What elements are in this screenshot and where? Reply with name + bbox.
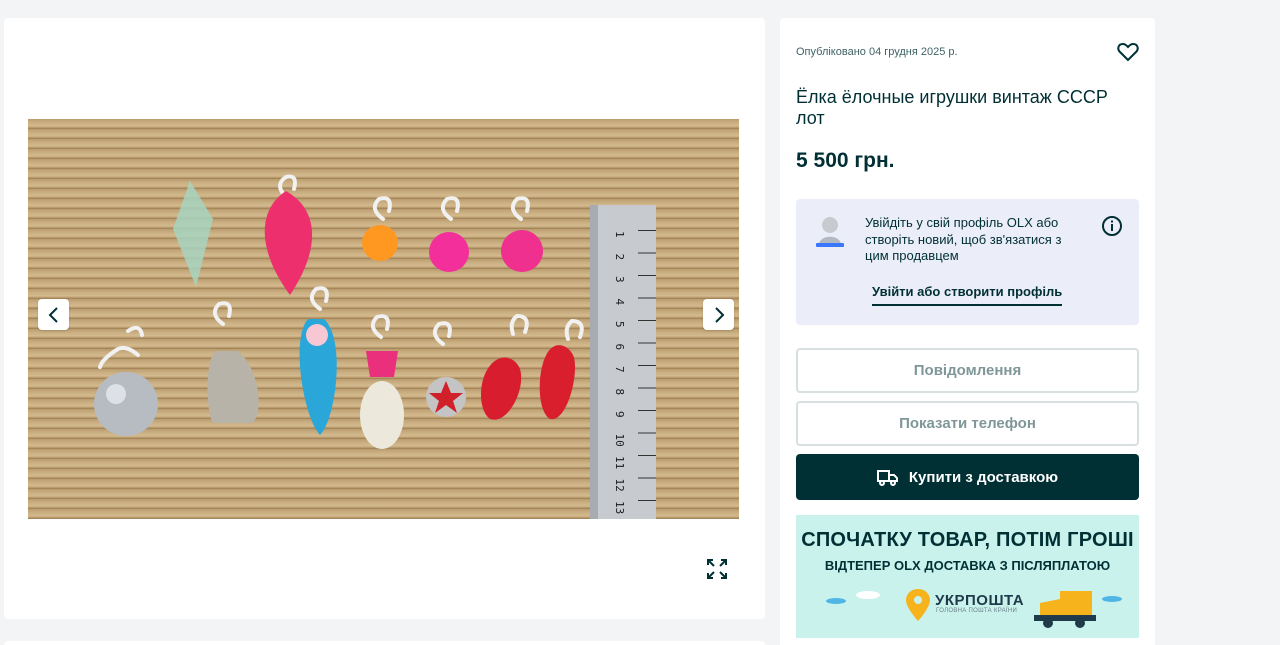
ruler-tick-label: 4: [613, 299, 626, 306]
login-link[interactable]: Увійти або створити профіль: [872, 284, 1063, 306]
ruler: [590, 205, 656, 519]
ruler-tick-label: 10: [613, 434, 626, 447]
ruler-tick-label: 5: [613, 321, 626, 328]
buy-button-label: Купити з доставкою: [908, 468, 1059, 486]
ruler-tick-mark: [638, 387, 656, 389]
show-phone-button[interactable]: Показати телефон: [796, 401, 1139, 446]
ruler-tick-label: 11: [613, 456, 626, 469]
posted-date: Опубліковано 04 грудня 2025 р.: [796, 46, 958, 58]
login-prompt: Увійдіть у свій профіль OLX або створіть…: [796, 199, 1139, 325]
ornament-red-pepper-1: [480, 357, 522, 420]
ruler-tick-mark: [638, 477, 656, 479]
ornament-magenta-1: [429, 232, 469, 272]
promo-subline: ВІДТЕПЕР OLX ДОСТАВКА З ПІСЛЯПЛАТОЮ: [824, 558, 1111, 573]
ornament-pink-cone: [264, 191, 313, 295]
ruler-tick-label: 1: [613, 231, 626, 238]
location-pin-icon: [906, 589, 930, 621]
ruler-tick-label: 3: [613, 276, 626, 283]
gallery-card: 1 2 3 4 5 6 7 8 9 10 11 12 13: [4, 18, 765, 619]
promo-banner[interactable]: СПОЧАТКУ ТОВАР, ПОТІМ ГРОШІ ВІДТЕПЕР OLX…: [796, 515, 1139, 638]
ruler-tick-mark: [638, 342, 656, 344]
listing-sidebar: Опубліковано 04 грудня 2025 р. Ёлка ёлоч…: [780, 18, 1155, 645]
ornament-glass-green: [173, 181, 213, 287]
ruler-tick-label: 8: [613, 389, 626, 396]
previous-photo-button[interactable]: [38, 299, 69, 330]
fullscreen-button[interactable]: [701, 553, 733, 585]
ornament-magenta-2: [501, 230, 543, 272]
listing-photo[interactable]: 1 2 3 4 5 6 7 8 9 10 11 12 13: [28, 119, 739, 519]
ornament-santa-hat: [366, 351, 398, 377]
ruler-tick-mark: [638, 275, 656, 276]
login-prompt-text: Увійдіть у свій профіль OLX або створіть…: [865, 215, 1062, 263]
ornament-silver-animal: [207, 351, 259, 423]
next-section-card: [4, 641, 765, 645]
ruler-tick-mark: [638, 500, 656, 501]
expand-icon: [707, 559, 727, 579]
ornament-orange: [362, 225, 398, 261]
ruler-tick-label: 13: [613, 501, 626, 514]
ruler-tick-mark: [638, 297, 656, 299]
ruler-tick-label: 2: [613, 254, 626, 261]
ruler-tick-label: 7: [613, 366, 626, 373]
ornament-red-pepper-2: [539, 345, 576, 420]
listing-price: 5 500 грн.: [796, 149, 895, 172]
ruler-tick-label: 9: [613, 411, 626, 418]
ruler-tick-mark: [638, 410, 656, 411]
ukrposhta-logo-text: УКРПОШТА: [935, 592, 1025, 609]
truck-icon: [876, 470, 898, 486]
ruler-tick-mark: [638, 230, 656, 231]
ruler-tick-mark: [638, 455, 656, 456]
buy-with-delivery-button[interactable]: Купити з доставкою: [796, 454, 1139, 500]
chevron-left-icon: [48, 306, 58, 323]
promo-headline: СПОЧАТКУ ТОВАР, ПОТІМ ГРОШІ: [801, 529, 1134, 551]
user-avatar-icon: [816, 217, 844, 247]
chevron-right-icon: [714, 306, 724, 323]
ruler-tick-label: 6: [613, 344, 626, 351]
favorite-button[interactable]: [1116, 40, 1140, 64]
listing-title: Ёлка ёлочные игрушки винтаж СССР лот: [796, 87, 1108, 128]
ruler-tick-mark: [638, 432, 656, 434]
info-icon[interactable]: [1101, 215, 1123, 237]
ukrposhta-slogan: ГОЛОВНА ПОШТА КРАЇНИ: [936, 608, 1018, 614]
ruler-tick-mark: [638, 252, 656, 254]
message-button[interactable]: Повідомлення: [796, 348, 1139, 393]
ruler-tick-label: 12: [613, 479, 626, 492]
photo-illustration: 12345678910111213: [94, 174, 656, 519]
next-photo-button[interactable]: [703, 299, 734, 330]
ornament-silver-ball: [94, 372, 158, 436]
truck-illustration-icon: [1060, 591, 1092, 617]
ruler-tick-mark: [638, 320, 656, 321]
heart-icon: [1117, 42, 1139, 62]
ruler-tick-mark: [638, 365, 656, 366]
ornament-snowman: [360, 381, 404, 449]
